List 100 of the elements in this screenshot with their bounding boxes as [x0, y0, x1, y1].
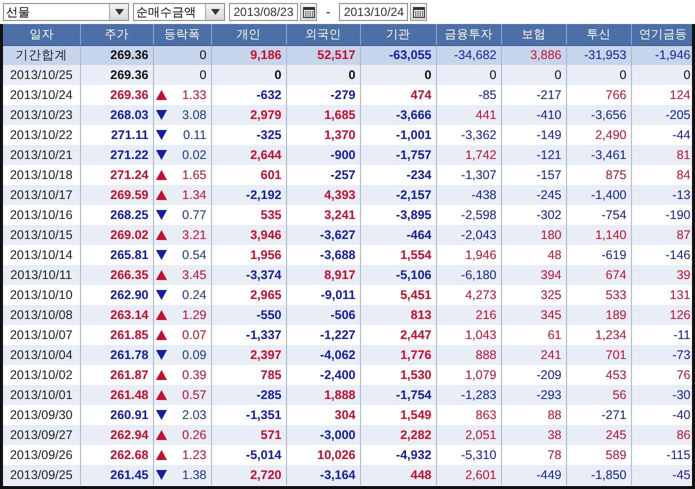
- table-cell: 1,685: [286, 105, 360, 125]
- table-cell-text: 1.29: [181, 308, 206, 322]
- table-cell: 262.94: [80, 425, 153, 445]
- table-cell-text: 1.65: [181, 168, 206, 182]
- date-field[interactable]: 2013/10/24: [339, 3, 408, 21]
- table-cell: 0: [360, 65, 436, 85]
- table-cell: 304: [286, 405, 360, 425]
- table-cell: -1,400: [566, 185, 631, 205]
- table-cell: -5,014: [211, 445, 286, 465]
- table-cell: -1,757: [360, 145, 436, 165]
- table-cell: 2013/10/01: [3, 385, 80, 405]
- table-cell: -900: [286, 145, 360, 165]
- table-cell: 245: [566, 425, 631, 445]
- table-cell-text: 0.77: [181, 208, 206, 222]
- column-header[interactable]: 연기금등: [631, 24, 692, 45]
- table-cell: -1,227: [286, 325, 360, 345]
- table-cell-text: 0.24: [181, 288, 206, 302]
- table-cell: 기간합계: [3, 45, 80, 65]
- table-cell: -115: [631, 445, 692, 465]
- table-cell: -3,627: [286, 225, 360, 245]
- calendar-button[interactable]: [300, 3, 317, 21]
- table-cell: -157: [501, 165, 566, 185]
- column-header[interactable]: 기관: [360, 24, 436, 45]
- table-cell: 268.25: [80, 205, 153, 225]
- column-header[interactable]: 개인: [211, 24, 286, 45]
- table-cell: -217: [501, 85, 566, 105]
- table-cell-text: 2.03: [181, 408, 206, 422]
- table-cell-text: 0.07: [181, 328, 206, 342]
- table-cell: 1,140: [566, 225, 631, 245]
- column-header[interactable]: 등락폭: [153, 24, 211, 45]
- table-cell: 2013/10/22: [3, 125, 80, 145]
- table-cell-text: 0: [198, 68, 206, 82]
- table-cell: 1,776: [360, 345, 436, 365]
- table-cell: 2013/09/27: [3, 425, 80, 445]
- table-cell: 61: [501, 325, 566, 345]
- dropdown[interactable]: 순매수금액: [133, 3, 225, 21]
- column-header[interactable]: 외국인: [286, 24, 360, 45]
- table-cell: -3,362: [436, 125, 501, 145]
- table-cell: -4,932: [360, 445, 436, 465]
- table-cell: 2,490: [566, 125, 631, 145]
- table-cell: 269.59: [80, 185, 153, 205]
- table-cell-text: 1.34: [181, 188, 206, 202]
- date-field[interactable]: 2013/08/23: [229, 3, 298, 21]
- table-cell: 2013/10/07: [3, 325, 80, 345]
- column-header[interactable]: 금융투자: [436, 24, 501, 45]
- table-cell: -325: [211, 125, 286, 145]
- table-cell-text: 1.38: [181, 468, 206, 482]
- table-cell: 2013/10/08: [3, 305, 80, 325]
- table-cell: -3,374: [211, 265, 286, 285]
- table-cell: 1,888: [286, 385, 360, 405]
- table-cell: 0: [436, 65, 501, 85]
- table-cell: -410: [501, 105, 566, 125]
- table-cell: 8,917: [286, 265, 360, 285]
- caret-icon: [114, 9, 124, 15]
- table-cell: 2013/09/25: [3, 465, 80, 485]
- table-cell: 589: [566, 445, 631, 465]
- table-cell: 266.35: [80, 265, 153, 285]
- table-cell: 2,979: [211, 105, 286, 125]
- column-header[interactable]: 일자: [3, 24, 80, 45]
- table-cell: 1,530: [360, 365, 436, 385]
- table-cell: 4,393: [286, 185, 360, 205]
- table-cell: -13: [631, 185, 692, 205]
- table-cell: -31,953: [566, 45, 631, 65]
- table-cell-text: 3.21: [181, 228, 206, 242]
- column-header[interactable]: 주가: [80, 24, 153, 45]
- table-cell: 1,549: [360, 405, 436, 425]
- dropdown[interactable]: 선물: [3, 3, 129, 21]
- table-cell: 269.02: [80, 225, 153, 245]
- table-cell: 216: [436, 305, 501, 325]
- table-cell: -5,310: [436, 445, 501, 465]
- table-cell: 888: [436, 345, 501, 365]
- table-cell: -1,337: [211, 325, 286, 345]
- table-cell: 2,051: [436, 425, 501, 445]
- table-cell: 124: [631, 85, 692, 105]
- table-cell: 271.24: [80, 165, 153, 185]
- table-cell: 601: [211, 165, 286, 185]
- calendar-button[interactable]: [410, 3, 428, 21]
- table-cell: -1,850: [566, 465, 631, 485]
- table-cell: 1,742: [436, 145, 501, 165]
- table-cell: -3,164: [286, 465, 360, 485]
- table-cell: -3,000: [286, 425, 360, 445]
- table-cell: 263.14: [80, 305, 153, 325]
- table-cell: -3,688: [286, 245, 360, 265]
- table-cell: -2,157: [360, 185, 436, 205]
- table-cell: 88: [501, 405, 566, 425]
- table-cell: -234: [360, 165, 436, 185]
- table-cell: 78: [501, 445, 566, 465]
- table-cell: 448: [360, 465, 436, 485]
- table-cell: -209: [501, 365, 566, 385]
- table-cell: 2,601: [436, 465, 501, 485]
- table-cell: -85: [436, 85, 501, 105]
- column-header[interactable]: 보험: [501, 24, 566, 45]
- table-cell: 81: [631, 145, 692, 165]
- table-cell: 1,234: [566, 325, 631, 345]
- table-cell: -619: [566, 245, 631, 265]
- table-cell: 1,079: [436, 365, 501, 385]
- table-cell: 180: [501, 225, 566, 245]
- column-header[interactable]: 투신: [566, 24, 631, 45]
- table-cell: 261.85: [80, 325, 153, 345]
- table-cell-text: 1.33: [181, 88, 206, 102]
